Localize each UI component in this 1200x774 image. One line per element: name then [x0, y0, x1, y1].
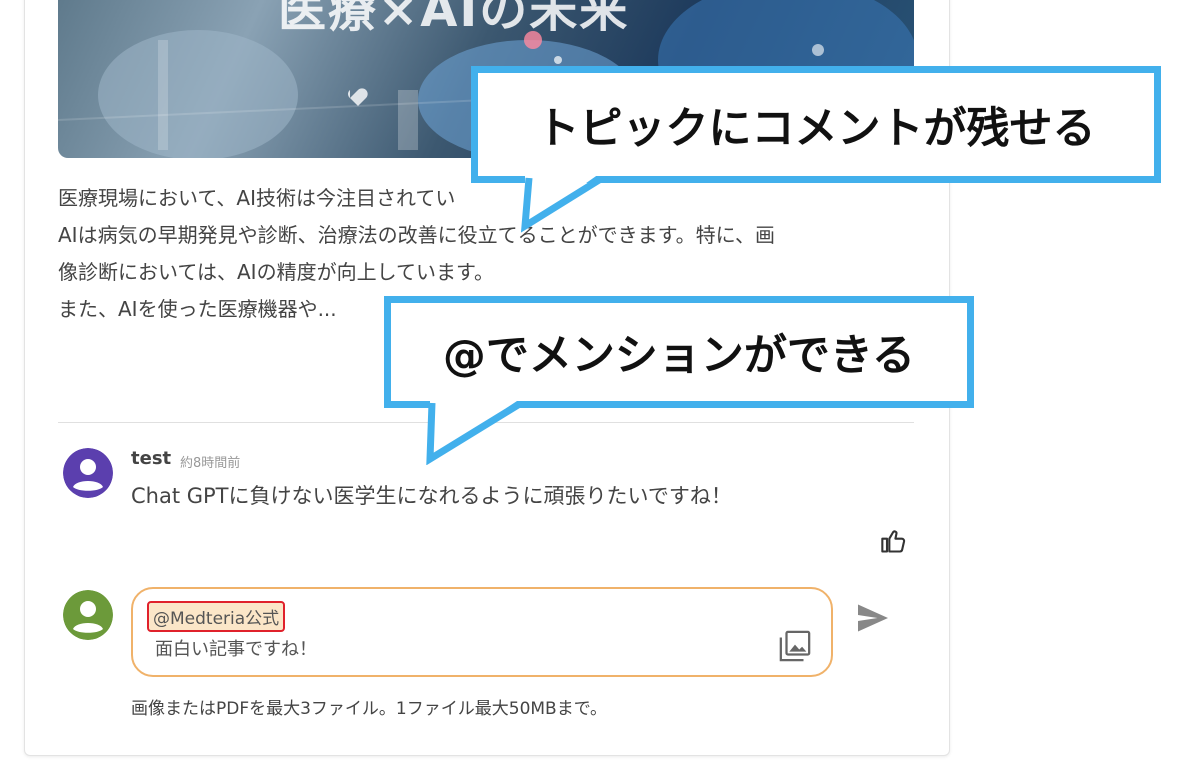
- send-icon: [858, 604, 888, 632]
- thumbs-up-icon: [881, 530, 906, 553]
- article-line: 像診断においては、AIの精度が向上しています。: [58, 260, 494, 284]
- image-icon: [779, 630, 811, 662]
- comment-input-text[interactable]: 面白い記事ですね！: [155, 635, 317, 661]
- callout-mention-feature: @でメンションができる: [384, 296, 974, 408]
- mention-tag[interactable]: @Medteria公式: [147, 601, 286, 632]
- comment-input[interactable]: @Medteria公式 面白い記事ですね！: [131, 587, 833, 677]
- callout-tail: [426, 399, 520, 465]
- callout-comment-feature: トピックにコメントが残せる: [471, 66, 1161, 183]
- comment-author[interactable]: test: [131, 448, 171, 469]
- attach-image-button[interactable]: [778, 629, 812, 663]
- send-button[interactable]: [853, 600, 893, 636]
- article-line: 医療現場において、AI技術は今注目されてい: [58, 186, 456, 210]
- callout-tail: [520, 174, 601, 233]
- person-icon: [63, 448, 113, 498]
- person-icon: [63, 590, 113, 640]
- comment-avatar[interactable]: [63, 448, 113, 498]
- composer-avatar: [63, 590, 113, 640]
- like-button[interactable]: [880, 527, 908, 555]
- hero-title: 医療×AIの未来: [278, 0, 630, 38]
- comment-timestamp: 約8時間前: [180, 456, 241, 471]
- upload-limit-note: 画像またはPDFを最大3ファイル。1ファイル最大50MBまで。: [131, 699, 608, 719]
- article-line: AIは病気の早期発見や診断、治療法の改善に役立てることができます。特に、画: [58, 223, 775, 247]
- comment-body: Chat GPTに負けない医学生になれるように頑張りたいですね！: [131, 484, 732, 508]
